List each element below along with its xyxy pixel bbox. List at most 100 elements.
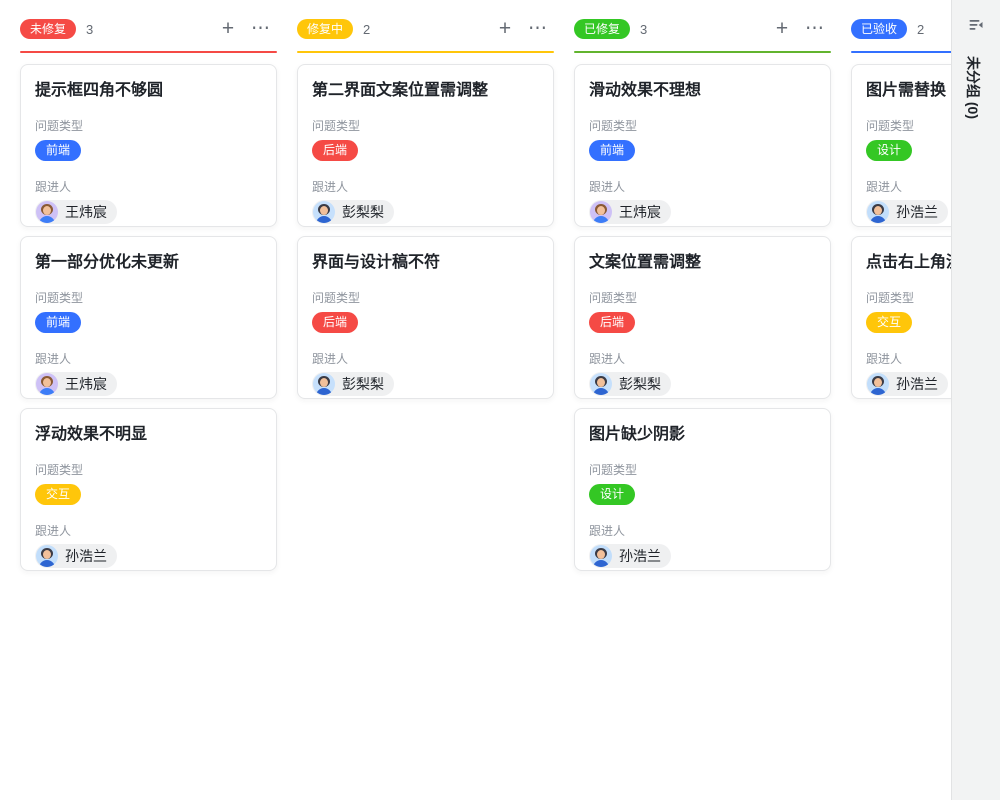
- avatar: [867, 373, 889, 395]
- avatar-head: [43, 206, 51, 215]
- kanban-card[interactable]: 图片需替换 问题类型 设计 跟进人 孙浩兰: [851, 64, 951, 227]
- column-count: 2: [363, 22, 370, 37]
- avatar-head: [320, 206, 328, 215]
- column-header: 未修复 3 + ⋯: [20, 16, 277, 42]
- issue-type-tag: 前端: [589, 140, 635, 161]
- card-title: 界面与设计稿不符: [312, 252, 539, 274]
- card-title: 文案位置需调整: [589, 252, 816, 274]
- issue-type-tag: 设计: [589, 484, 635, 505]
- field-label-assignee: 跟进人: [35, 522, 262, 539]
- kanban-card[interactable]: 第二界面文案位置需调整 问题类型 后端 跟进人 彭梨梨: [297, 64, 554, 227]
- field-label-assignee: 跟进人: [35, 178, 262, 195]
- kanban-column: 未修复 3 + ⋯ 提示框四角不够圆 问题类型 前端 跟进人 王炜宸 第一部分优…: [20, 16, 277, 571]
- add-card-button[interactable]: +: [218, 19, 238, 39]
- field-label-issue-type: 问题类型: [589, 117, 816, 134]
- issue-type-tag: 设计: [866, 140, 912, 161]
- assignee-name: 孙浩兰: [619, 546, 661, 566]
- avatar-shirt: [316, 388, 332, 395]
- kanban-column: 已验收 2 + ⋯ 图片需替换 问题类型 设计 跟进人 孙浩兰 点击右上角没反应…: [851, 16, 951, 571]
- avatar: [313, 201, 335, 223]
- avatar: [590, 545, 612, 567]
- kanban-card[interactable]: 第一部分优化未更新 问题类型 前端 跟进人 王炜宸: [20, 236, 277, 399]
- column-color-bar: [297, 51, 554, 53]
- field-label-assignee: 跟进人: [866, 178, 951, 195]
- column-status-pill[interactable]: 未修复: [20, 19, 76, 39]
- avatar-head: [320, 378, 328, 387]
- column-header: 已修复 3 + ⋯: [574, 16, 831, 42]
- column-color-bar: [851, 51, 951, 53]
- card-title: 第一部分优化未更新: [35, 252, 262, 274]
- kanban-board: 未修复 3 + ⋯ 提示框四角不够圆 问题类型 前端 跟进人 王炜宸 第一部分优…: [0, 0, 951, 800]
- column-header: 已验收 2 + ⋯: [851, 16, 951, 42]
- issue-type-tag: 后端: [312, 140, 358, 161]
- kanban-card[interactable]: 浮动效果不明显 问题类型 交互 跟进人 孙浩兰: [20, 408, 277, 571]
- field-label-assignee: 跟进人: [312, 350, 539, 367]
- column-color-bar: [20, 51, 277, 53]
- assignee-name: 王炜宸: [65, 374, 107, 394]
- column-status-pill[interactable]: 已验收: [851, 19, 907, 39]
- avatar-shirt: [593, 388, 609, 395]
- avatar-head: [597, 550, 605, 559]
- collapse-list-icon: [967, 16, 986, 35]
- kanban-card[interactable]: 图片缺少阴影 问题类型 设计 跟进人 孙浩兰: [574, 408, 831, 571]
- kanban-card[interactable]: 界面与设计稿不符 问题类型 后端 跟进人 彭梨梨: [297, 236, 554, 399]
- card-title: 第二界面文案位置需调整: [312, 80, 539, 102]
- kanban-card[interactable]: 点击右上角没反应 问题类型 交互 跟进人 孙浩兰: [851, 236, 951, 399]
- avatar-head: [597, 378, 605, 387]
- column-more-button[interactable]: ⋯: [805, 19, 825, 39]
- column-status-pill[interactable]: 修复中: [297, 19, 353, 39]
- card-title: 图片缺少阴影: [589, 424, 816, 446]
- collapse-panel-button[interactable]: [965, 14, 988, 40]
- collapsed-groups-panel: 未分组 (0): [951, 0, 1000, 800]
- card-list: 提示框四角不够圆 问题类型 前端 跟进人 王炜宸 第一部分优化未更新 问题类型 …: [20, 64, 277, 571]
- kanban-card[interactable]: 提示框四角不够圆 问题类型 前端 跟进人 王炜宸: [20, 64, 277, 227]
- card-list: 图片需替换 问题类型 设计 跟进人 孙浩兰 点击右上角没反应 问题类型 交互 跟…: [851, 64, 951, 399]
- issue-type-tag: 前端: [35, 312, 81, 333]
- card-title: 提示框四角不够圆: [35, 80, 262, 102]
- column-count: 3: [640, 22, 647, 37]
- column-status-pill[interactable]: 已修复: [574, 19, 630, 39]
- assignee-chip: 彭梨梨: [312, 372, 394, 396]
- avatar-shirt: [870, 216, 886, 223]
- assignee-name: 孙浩兰: [65, 546, 107, 566]
- assignee-name: 彭梨梨: [342, 374, 384, 394]
- field-label-issue-type: 问题类型: [866, 117, 951, 134]
- assignee-chip: 彭梨梨: [589, 372, 671, 396]
- issue-type-tag: 交互: [35, 484, 81, 505]
- field-label-assignee: 跟进人: [589, 178, 816, 195]
- avatar: [590, 201, 612, 223]
- kanban-column: 已修复 3 + ⋯ 滑动效果不理想 问题类型 前端 跟进人 王炜宸 文案位置需调…: [574, 16, 831, 571]
- field-label-assignee: 跟进人: [589, 350, 816, 367]
- issue-type-tag: 前端: [35, 140, 81, 161]
- add-card-button[interactable]: +: [772, 19, 792, 39]
- field-label-assignee: 跟进人: [866, 350, 951, 367]
- assignee-name: 彭梨梨: [342, 202, 384, 222]
- avatar-shirt: [316, 216, 332, 223]
- kanban-card[interactable]: 滑动效果不理想 问题类型 前端 跟进人 王炜宸: [574, 64, 831, 227]
- card-list: 滑动效果不理想 问题类型 前端 跟进人 王炜宸 文案位置需调整 问题类型 后端 …: [574, 64, 831, 571]
- field-label-issue-type: 问题类型: [35, 117, 262, 134]
- add-card-button[interactable]: +: [495, 19, 515, 39]
- kanban-column: 修复中 2 + ⋯ 第二界面文案位置需调整 问题类型 后端 跟进人 彭梨梨 界面…: [297, 16, 554, 571]
- field-label-issue-type: 问题类型: [589, 461, 816, 478]
- column-more-button[interactable]: ⋯: [528, 19, 548, 39]
- card-title: 图片需替换: [866, 80, 951, 102]
- avatar-head: [874, 378, 882, 387]
- field-label-issue-type: 问题类型: [312, 289, 539, 306]
- assignee-name: 彭梨梨: [619, 374, 661, 394]
- card-list: 第二界面文案位置需调整 问题类型 后端 跟进人 彭梨梨 界面与设计稿不符 问题类…: [297, 64, 554, 399]
- kanban-card[interactable]: 文案位置需调整 问题类型 后端 跟进人 彭梨梨: [574, 236, 831, 399]
- issue-type-tag: 后端: [312, 312, 358, 333]
- avatar: [590, 373, 612, 395]
- field-label-issue-type: 问题类型: [35, 289, 262, 306]
- assignee-chip: 孙浩兰: [866, 372, 948, 396]
- hidden-group-label[interactable]: 未分组 (0): [963, 56, 983, 119]
- card-title: 浮动效果不明显: [35, 424, 262, 446]
- column-more-button[interactable]: ⋯: [251, 19, 271, 39]
- field-label-issue-type: 问题类型: [35, 461, 262, 478]
- field-label-issue-type: 问题类型: [866, 289, 951, 306]
- column-color-bar: [574, 51, 831, 53]
- kanban-columns: 未修复 3 + ⋯ 提示框四角不够圆 问题类型 前端 跟进人 王炜宸 第一部分优…: [0, 0, 951, 571]
- assignee-chip: 孙浩兰: [589, 544, 671, 568]
- assignee-chip: 王炜宸: [589, 200, 671, 224]
